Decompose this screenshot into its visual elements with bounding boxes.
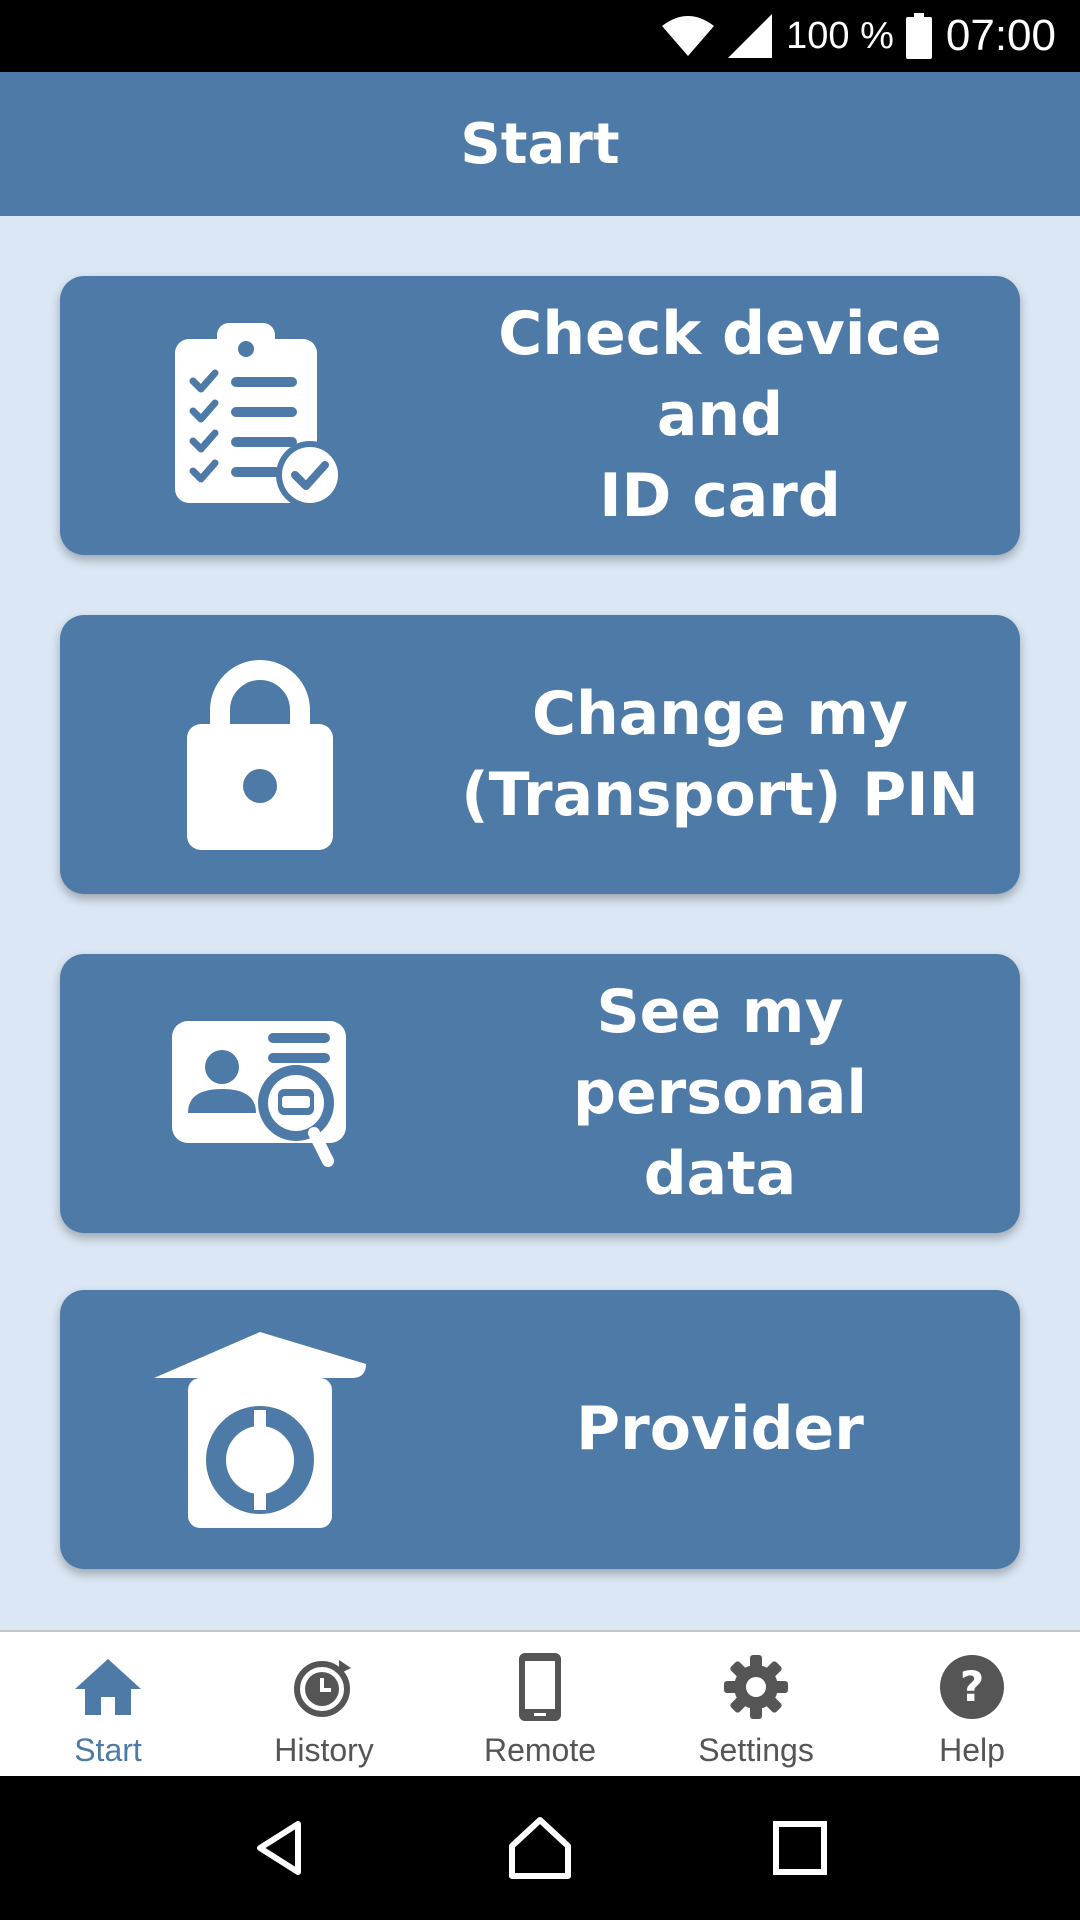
status-bar: 100 % 07:00 [0, 0, 1080, 72]
battery-icon [905, 13, 932, 59]
provider-house-icon [60, 1290, 460, 1569]
provider-tile[interactable]: Provider [60, 1290, 1020, 1569]
system-nav [0, 1776, 1080, 1920]
recents-icon[interactable] [750, 1798, 850, 1898]
nav-help-label: Help [939, 1732, 1005, 1768]
phone-icon [517, 1648, 563, 1726]
check-device-tile[interactable]: Check device and ID card [60, 276, 1020, 555]
change-pin-tile[interactable]: Change my (Transport) PIN [60, 615, 1020, 894]
nav-start-label: Start [74, 1732, 142, 1768]
nav-help[interactable]: ? Help [864, 1632, 1080, 1776]
check-device-label: Check device and ID card [498, 299, 942, 531]
help-icon: ? [938, 1648, 1006, 1726]
id-card-search-icon [60, 954, 460, 1233]
signal-icon [728, 14, 773, 58]
personal-data-label: See my personal data [573, 977, 867, 1209]
nav-settings[interactable]: Settings [648, 1632, 864, 1776]
nav-start[interactable]: Start [0, 1632, 216, 1776]
svg-text:?: ? [960, 1662, 984, 1711]
clipboard-check-icon [60, 276, 460, 555]
wifi-icon [662, 14, 715, 58]
bottom-nav: Start History Remote Settings ? Help [0, 1630, 1080, 1776]
provider-label: Provider [576, 1394, 864, 1464]
nav-history[interactable]: History [216, 1632, 432, 1776]
clock: 07:00 [945, 11, 1056, 60]
nav-remote-label: Remote [483, 1732, 597, 1768]
nav-settings-label: Settings [698, 1732, 814, 1768]
title-bar: Start [0, 72, 1080, 216]
history-icon [291, 1648, 357, 1726]
page-title: Start [460, 111, 620, 177]
nav-history-label: History [274, 1732, 374, 1768]
gear-icon [724, 1648, 788, 1726]
change-pin-label: Change my (Transport) PIN [461, 678, 979, 830]
personal-data-tile[interactable]: See my personal data [60, 954, 1020, 1233]
back-icon[interactable] [230, 1798, 330, 1898]
home-icon[interactable] [490, 1798, 590, 1898]
lock-icon [60, 615, 460, 894]
home-icon [73, 1648, 143, 1726]
start-content: Check device and ID card Change my (Tran… [0, 216, 1080, 1630]
battery-percent: 100 % [786, 14, 894, 57]
nav-remote[interactable]: Remote [432, 1632, 648, 1776]
